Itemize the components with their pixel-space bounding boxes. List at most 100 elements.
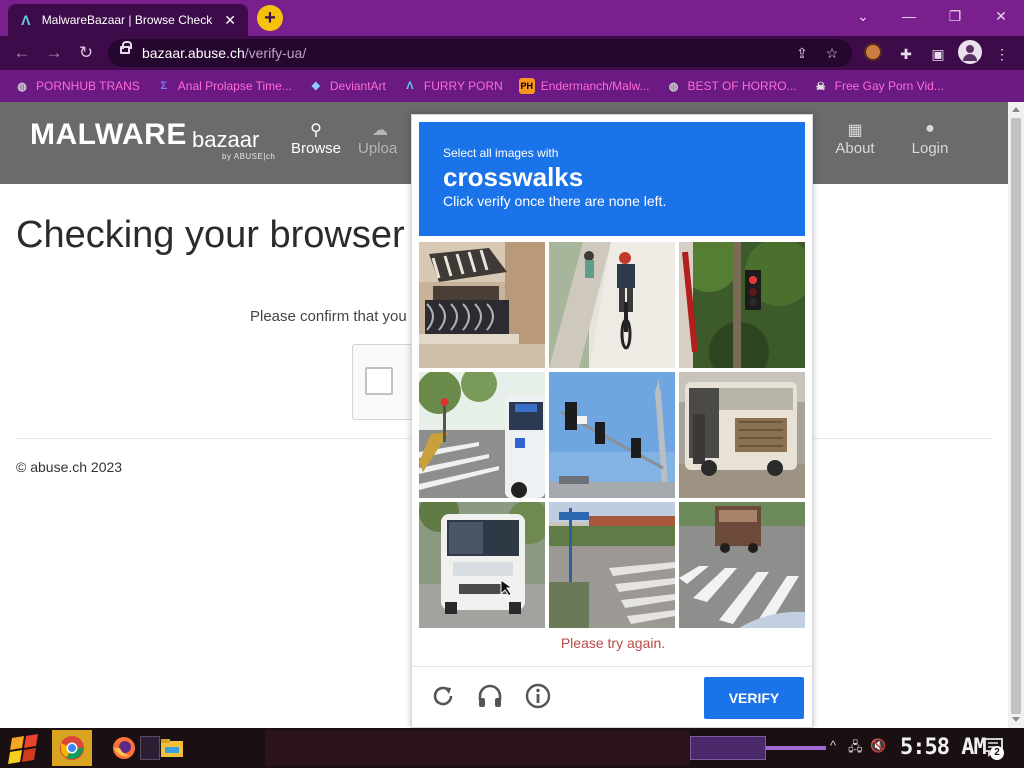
bookmark-label: BEST OF HORRO...: [687, 79, 797, 93]
start-menu-icon[interactable]: [8, 732, 40, 764]
extension-avatar-icon[interactable]: [864, 43, 882, 61]
challenge-tile-bus-crosswalk[interactable]: [419, 372, 545, 498]
confirm-text: Please confirm that you: [250, 308, 407, 325]
deviantart-icon: ❖: [310, 80, 321, 93]
prompt-keyword: crosswalks: [443, 162, 584, 192]
menu-kebab-icon[interactable]: ⋮: [992, 44, 1012, 64]
sigma-icon: Σ: [160, 80, 168, 92]
firefox-icon: [113, 737, 135, 759]
side-panel-icon[interactable]: ▣: [928, 44, 948, 64]
challenge-tile-street-crosswalk[interactable]: [549, 502, 675, 628]
bookmark-label: Endermanch/Malw...: [540, 79, 650, 93]
bookmark-label: DeviantArt: [329, 79, 386, 93]
info-icon[interactable]: [524, 682, 552, 710]
prompt-instruction: Select all images with: [443, 146, 559, 160]
bookmark-star-icon[interactable]: ☆: [822, 43, 842, 63]
challenge-footer: VERIFY: [412, 666, 814, 728]
scroll-down-icon[interactable]: [1012, 717, 1020, 722]
nav-label: About: [835, 140, 875, 157]
tab-search-icon[interactable]: ⌄: [840, 0, 886, 32]
tab-close-icon[interactable]: ✕: [222, 12, 238, 29]
refresh-icon[interactable]: [429, 682, 457, 710]
bookmark-item[interactable]: ❖ DeviantArt: [308, 78, 386, 94]
volume-muted-icon[interactable]: 🔇: [870, 738, 886, 754]
nav-login[interactable]: ● Login: [895, 120, 965, 157]
user-icon: ●: [925, 120, 935, 137]
bookmark-item[interactable]: ◍ PORNHUB TRANS: [14, 78, 140, 94]
restore-button[interactable]: ❐: [932, 0, 978, 32]
reload-icon[interactable]: ↻: [74, 41, 98, 65]
nav-about[interactable]: ▦ About: [820, 120, 890, 157]
taskbar-decoration: [766, 746, 826, 750]
close-window-button[interactable]: ✕: [978, 0, 1024, 32]
taskbar-firefox[interactable]: [104, 730, 144, 766]
bookmarks-bar: ◍ PORNHUB TRANS Σ Anal Prolapse Time... …: [0, 70, 1024, 102]
globe-icon: ◍: [17, 80, 27, 93]
nav-label: Browse: [290, 140, 342, 157]
bookmark-label: Free Gay Porn Vid...: [834, 79, 944, 93]
scrollbar-thumb[interactable]: [1011, 118, 1021, 714]
lambda-icon: Λ: [406, 80, 414, 92]
bookmark-item[interactable]: ☠ Free Gay Porn Vid...: [813, 78, 944, 94]
challenge-tile-old-bus[interactable]: [679, 372, 805, 498]
share-icon[interactable]: ⇪: [792, 43, 812, 63]
tab-title: MalwareBazaar | Browse Check: [41, 13, 213, 27]
malwarebazaar-favicon-icon: Λ: [21, 12, 31, 28]
challenge-tile-bus-front[interactable]: [419, 502, 545, 628]
taskbar-file-explorer[interactable]: [152, 730, 192, 766]
notification-count-badge: 2: [990, 746, 1004, 760]
taskbar-decoration: [690, 736, 766, 760]
nav-label: Login: [911, 140, 949, 157]
nav-label: Uploa: [358, 140, 398, 157]
search-icon: ⚲: [310, 122, 322, 139]
challenge-image-grid: [419, 242, 805, 628]
taskbar-chrome[interactable]: [52, 730, 92, 766]
bookmark-label: PORNHUB TRANS: [36, 79, 140, 93]
captcha-challenge-dialog: Select all images with crosswalks Click …: [411, 114, 814, 728]
audio-headphones-icon[interactable]: [476, 682, 504, 710]
page-scrollbar[interactable]: [1008, 102, 1024, 728]
page-footer: © abuse.ch 2023: [16, 459, 123, 475]
site-logo-by: by ABUSE|ch: [222, 152, 276, 161]
globe-icon: ◍: [668, 80, 679, 93]
screen: Λ MalwareBazaar | Browse Check ✕ + ⌄ — ❐…: [0, 0, 1024, 768]
bookmark-item[interactable]: Λ FURRY PORN: [402, 78, 503, 94]
captcha-checkbox[interactable]: [365, 367, 393, 395]
building-icon: ▦: [847, 122, 863, 139]
back-arrow-icon[interactable]: ←: [10, 41, 34, 65]
browser-tab[interactable]: Λ MalwareBazaar | Browse Check ✕: [8, 4, 248, 36]
network-icon[interactable]: 🖧: [848, 738, 863, 760]
upload-icon: ☁: [372, 122, 388, 139]
verify-button[interactable]: VERIFY: [704, 677, 804, 719]
challenge-error-message: Please try again.: [560, 635, 666, 651]
nav-browse[interactable]: ⚲ Browse: [281, 120, 351, 157]
site-logo[interactable]: MALWARE: [30, 118, 187, 152]
challenge-tile-traffic-lights-sky[interactable]: [549, 372, 675, 498]
tray-chevron-icon[interactable]: ^: [830, 738, 836, 753]
taskbar: ^ 🖧 🔇 5:58 AM 2: [0, 728, 1024, 768]
challenge-tile-balcony[interactable]: [419, 242, 545, 368]
pornhub-icon: PH: [518, 78, 535, 94]
new-tab-button[interactable]: +: [257, 5, 283, 31]
bookmark-item[interactable]: PH Endermanch/Malw...: [518, 78, 650, 94]
chrome-icon: [60, 736, 84, 760]
challenge-tile-truck-crosswalk[interactable]: [679, 502, 805, 628]
page-title: Checking your browser: [16, 214, 405, 256]
challenge-tile-traffic-light[interactable]: [679, 242, 805, 368]
prompt-hint: Click verify once there are none left.: [443, 193, 667, 209]
lock-icon: [120, 41, 132, 54]
taskbar-clock[interactable]: 5:58 AM: [900, 735, 987, 760]
minimize-button[interactable]: —: [886, 0, 932, 32]
folder-icon: [161, 739, 183, 757]
bookmark-label: Anal Prolapse Time...: [177, 79, 292, 93]
site-logo-sub: bazaar: [192, 127, 260, 152]
nav-upload[interactable]: ☁ Uploa: [358, 120, 408, 157]
address-bar[interactable]: bazaar.abuse.ch/verify-ua/ ⇪ ☆: [108, 39, 852, 67]
profile-avatar-icon[interactable]: [958, 40, 982, 64]
extensions-puzzle-icon[interactable]: ✚: [896, 44, 916, 64]
bookmark-item[interactable]: ◍ BEST OF HORRO...: [666, 78, 797, 94]
scroll-up-icon[interactable]: [1012, 107, 1020, 112]
forward-arrow-icon[interactable]: →: [42, 41, 66, 65]
bookmark-item[interactable]: Σ Anal Prolapse Time...: [156, 78, 292, 94]
challenge-tile-cyclist[interactable]: [549, 242, 675, 368]
